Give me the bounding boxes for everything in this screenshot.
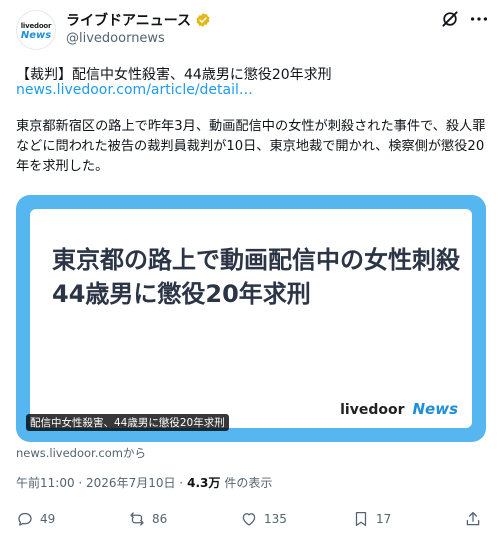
grok-icon[interactable] xyxy=(440,9,460,29)
link-card[interactable]: 東京都の路上で動画配信中の女性刺殺 44歳男に懲役20年求刑 livedoor … xyxy=(16,195,486,442)
repost-count: 86 xyxy=(152,512,168,526)
post-meta: 午前11:00 · 2026年7月10日 · 4.3万 件の表示 xyxy=(16,474,272,491)
avatar-logo-bottom: News xyxy=(20,30,52,41)
display-name[interactable]: ライブドアニュース xyxy=(66,10,191,30)
post-link[interactable]: news.livedoor.com/article/detail… xyxy=(16,82,253,98)
verified-badge-icon xyxy=(196,13,210,27)
views-label: 件の表示 xyxy=(224,476,273,490)
card-image: 東京都の路上で動画配信中の女性刺殺 44歳男に懲役20年求刑 livedoor … xyxy=(30,209,472,428)
heart-icon xyxy=(242,513,256,526)
like-count: 135 xyxy=(264,512,287,526)
repost-button[interactable]: 86 xyxy=(128,510,167,528)
post-body: 東京都新宿区の路上で昨年3月、動画配信中の女性が刺殺された事件で、殺人罪などに問… xyxy=(16,119,486,174)
bookmark-count: 17 xyxy=(376,512,392,526)
reply-button[interactable]: 49 xyxy=(16,510,55,528)
like-button[interactable]: 135 xyxy=(240,510,287,528)
post-timestamp[interactable]: 午前11:00 · 2026年7月10日 · xyxy=(16,474,183,491)
brand-news: News xyxy=(412,400,458,418)
author-name-row: ライブドアニュース xyxy=(66,10,211,30)
bookmark-button[interactable]: 17 xyxy=(352,510,391,528)
reply-icon xyxy=(18,512,32,526)
card-caption: 配信中女性殺害、44歳男に懲役20年求刑 xyxy=(26,414,229,431)
bookmark-icon xyxy=(355,511,367,527)
avatar-logo-top: livedoor xyxy=(20,22,52,30)
card-source[interactable]: news.livedoor.comから xyxy=(16,445,146,461)
more-options-icon[interactable] xyxy=(468,9,490,29)
views-count: 4.3万 xyxy=(187,476,221,490)
card-headline: 東京都の路上で動画配信中の女性刺殺 44歳男に懲役20年求刑 xyxy=(52,246,460,308)
repost-icon xyxy=(130,512,144,526)
reply-count: 49 xyxy=(40,512,56,526)
share-button[interactable] xyxy=(464,510,482,528)
post-title: 【裁判】配信中女性殺害、44歳男に懲役20年求刑 xyxy=(16,67,332,83)
share-icon xyxy=(466,511,480,526)
avatar[interactable]: livedoor News xyxy=(16,10,56,50)
brand-livedoor: livedoor xyxy=(340,402,405,418)
card-brand-logo: livedoor News xyxy=(340,400,458,418)
account-handle[interactable]: @livedoornews xyxy=(66,31,165,46)
